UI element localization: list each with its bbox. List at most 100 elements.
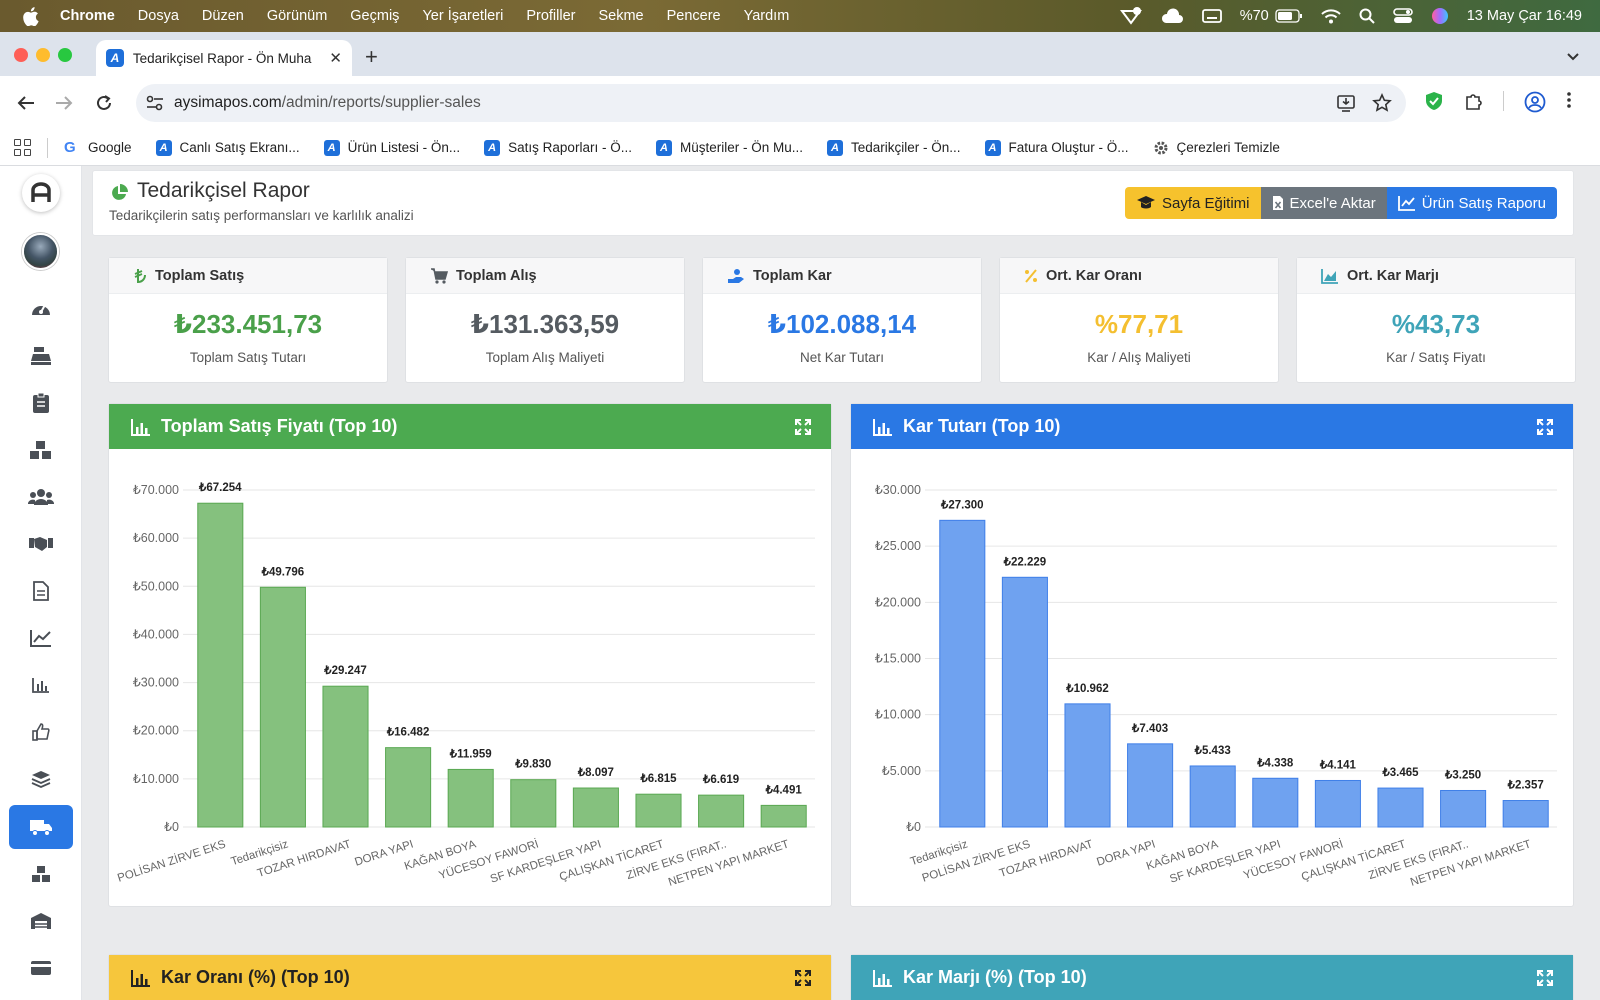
bar[interactable] [259, 586, 306, 828]
siri-icon[interactable] [1431, 7, 1449, 25]
bar[interactable] [322, 685, 369, 828]
export-excel-button[interactable]: Excel'e Aktar [1260, 187, 1387, 219]
sidebar-cash-register-icon[interactable] [9, 334, 73, 378]
chrome-menu-kebab-icon[interactable] [1566, 91, 1572, 114]
menu-app-name[interactable]: Chrome [60, 8, 115, 24]
menu-pencere[interactable]: Pencere [667, 8, 721, 24]
expand-icon[interactable] [1537, 419, 1553, 435]
y-tick-label: ₺0 [906, 820, 921, 834]
bookmark-label: Canlı Satış Ekranı... [179, 140, 300, 155]
sidebar-warehouse-icon[interactable] [9, 899, 73, 943]
sidebar-bar-chart-icon[interactable] [9, 663, 73, 707]
forward-arrow-icon[interactable] [52, 91, 76, 115]
sidebar-thumbs-up-icon[interactable] [9, 710, 73, 754]
stat-card-toplam-alis: Toplam Alış ₺131.363,59 Toplam Alış Mali… [405, 257, 685, 383]
profit-bar-chart: ₺0 ₺5.000 ₺10.000 ₺15.000 ₺20.000 ₺25.000 ₺30.… [875, 483, 1557, 889]
x-category-label: POLİSAN ZİRVE EKS [920, 837, 1032, 884]
menu-yer-isaretleri[interactable]: Yer İşaretleri [422, 8, 503, 24]
expand-icon[interactable] [795, 419, 811, 435]
bar[interactable] [1377, 787, 1424, 828]
expand-icon[interactable] [1537, 970, 1553, 986]
reload-icon[interactable] [92, 91, 116, 115]
sidebar-boxes-icon[interactable] [9, 428, 73, 472]
bookmark-fatura-olustur[interactable]: A Fatura Oluştur - Ö... [984, 139, 1129, 156]
apple-icon[interactable] [22, 6, 42, 26]
bar[interactable] [510, 779, 557, 828]
bar[interactable] [1314, 779, 1361, 828]
stat-value: ₺131.363,59 [470, 309, 620, 339]
menu-sekme[interactable]: Sekme [598, 8, 643, 24]
sidebar-warehouse-boxes-icon[interactable] [9, 852, 73, 896]
bar[interactable] [447, 768, 494, 828]
bar[interactable] [1189, 765, 1236, 828]
sidebar-credit-card-icon[interactable] [9, 946, 73, 990]
sidebar-layers-icon[interactable] [9, 757, 73, 801]
user-avatar[interactable] [22, 233, 59, 270]
battery-icon[interactable] [1275, 9, 1303, 23]
zoom-window-button[interactable] [58, 48, 72, 62]
expand-icon[interactable] [795, 970, 811, 986]
bar[interactable] [939, 519, 986, 828]
bookmark-star-icon[interactable] [1372, 93, 1392, 118]
apps-grid-icon[interactable] [14, 139, 31, 156]
bookmark-tedarikciler[interactable]: A Tedarikçiler - Ön... [826, 139, 961, 156]
bar[interactable] [698, 794, 745, 828]
back-arrow-icon[interactable] [14, 91, 38, 115]
menubar-datetime[interactable]: 13 May Çar 16:49 [1467, 8, 1582, 24]
menu-dosya[interactable]: Dosya [138, 8, 179, 24]
close-window-button[interactable] [14, 48, 28, 62]
chart-card-profit-margin: Kar Marjı (%) (Top 10) [850, 954, 1574, 1000]
battery-percent[interactable]: %70 [1240, 8, 1269, 24]
bar[interactable] [760, 804, 807, 828]
bookmark-canli-satis[interactable]: A Canlı Satış Ekranı... [155, 139, 300, 156]
bar[interactable] [1252, 777, 1299, 828]
bookmark-cerezleri-temizle[interactable]: Çerezleri Temizle [1153, 140, 1280, 156]
shield-extension-icon[interactable] [1424, 91, 1444, 116]
site-settings-icon[interactable] [146, 95, 164, 111]
address-bar[interactable]: aysimapos.com/admin/reports/supplier-sal… [136, 84, 1406, 122]
bar[interactable] [635, 793, 682, 828]
bar[interactable] [385, 747, 432, 828]
bar[interactable] [197, 502, 244, 828]
sidebar-line-chart-icon[interactable] [9, 616, 73, 660]
menu-yardim[interactable]: Yardım [744, 8, 790, 24]
install-app-icon[interactable] [1336, 93, 1356, 118]
bookmark-google[interactable]: G Google [64, 139, 132, 156]
bookmark-satis-raporlari[interactable]: A Satış Raporları - Ö... [484, 139, 632, 156]
active-tab[interactable]: A Tedarikçisel Rapor - Ön Muha ✕ [96, 40, 352, 76]
sidebar-supplier-truck-icon[interactable] [9, 805, 73, 849]
sidebar-users-icon[interactable] [9, 475, 73, 519]
cloud-icon[interactable] [1160, 8, 1184, 24]
bar[interactable] [1127, 743, 1174, 828]
menu-profiller[interactable]: Profiller [526, 8, 575, 24]
menu-gecmis[interactable]: Geçmiş [350, 8, 399, 24]
wifi-icon[interactable] [1321, 8, 1341, 24]
close-tab-icon[interactable]: ✕ [329, 49, 342, 67]
sidebar-handshake-icon[interactable] [9, 522, 73, 566]
profile-icon[interactable] [1524, 91, 1546, 118]
bar[interactable] [1440, 789, 1487, 828]
minimize-window-button[interactable] [36, 48, 50, 62]
bookmark-urun-listesi[interactable]: A Ürün Listesi - Ön... [323, 139, 460, 156]
sidebar-clipboard-icon[interactable] [9, 381, 73, 425]
tab-search-chevron-icon[interactable] [1560, 46, 1586, 68]
bar[interactable] [1001, 576, 1048, 828]
bookmark-musteriler[interactable]: A Müşteriler - Ön Mu... [655, 139, 803, 156]
menu-gorunum[interactable]: Görünüm [267, 8, 327, 24]
product-sales-report-button[interactable]: Ürün Satış Raporu [1386, 187, 1557, 219]
site-favicon-icon: A [155, 139, 172, 156]
page-training-button[interactable]: Sayfa Eğitimi [1124, 187, 1261, 219]
control-center-icon[interactable] [1392, 8, 1413, 24]
bar[interactable] [572, 787, 619, 828]
menu-duzen[interactable]: Düzen [202, 8, 244, 24]
bar[interactable] [1064, 703, 1111, 828]
spotlight-search-icon[interactable] [1359, 8, 1375, 24]
new-tab-button[interactable]: + [365, 46, 378, 68]
keyboard-icon[interactable] [1201, 8, 1222, 24]
app-logo-icon[interactable] [22, 174, 60, 212]
sidebar-dashboard-gauge-icon[interactable] [9, 287, 73, 331]
sidebar-invoice-icon[interactable] [9, 569, 73, 613]
extensions-puzzle-icon[interactable] [1464, 91, 1484, 116]
bar[interactable] [1502, 800, 1549, 828]
vpn-status-icon[interactable] [1119, 7, 1142, 25]
